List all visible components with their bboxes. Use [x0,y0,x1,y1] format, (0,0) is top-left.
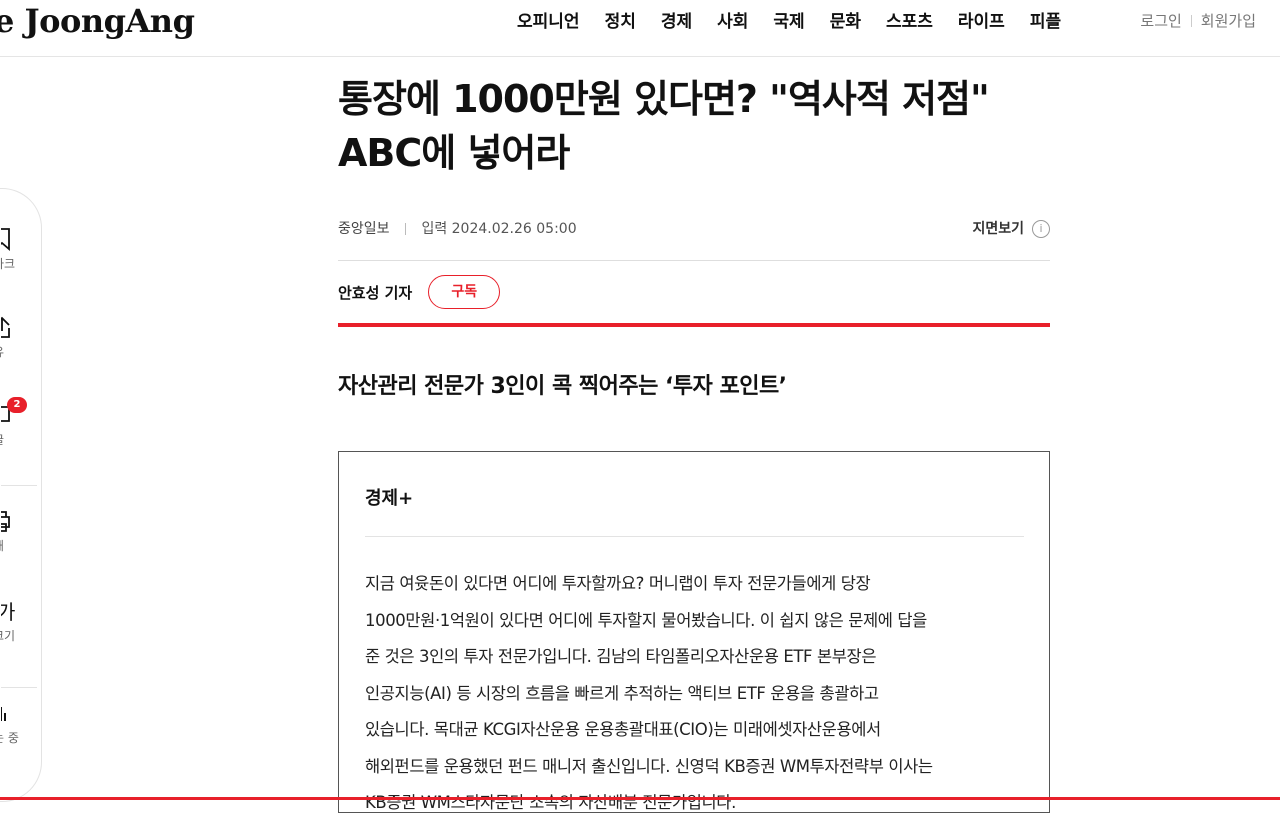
comment-count-badge: 2 [7,397,27,413]
signup-link[interactable]: 회원가입 [1201,10,1256,32]
box-divider [365,536,1024,537]
comment-button[interactable]: 2 글 [0,397,41,448]
site-header: e JoongAng 오피니언 정치 경제 사회 국제 문화 스포츠 라이프 피… [0,0,1280,57]
login-link[interactable]: 로그인 [1140,10,1181,32]
nav-item-life[interactable]: 라이프 [958,10,1005,34]
meta-divider [404,223,406,235]
bookmark-button[interactable]: 마크 [0,227,41,272]
box-line: 지금 여윳돈이 있다면 어디에 투자할까요? 머니랩이 투자 전문가들에게 당장 [365,574,871,593]
article-meta: 중앙일보 입력 2024.02.26 05:00 지면보기 i [338,218,1050,240]
share-label: 유 [0,343,41,360]
article-header: 통장에 1000만원 있다면? "역사적 저점" ABC에 넣어라 [338,72,1050,180]
nav-item-international[interactable]: 국제 [773,10,804,34]
nav-item-economy[interactable]: 경제 [661,10,692,34]
tts-label: 는 중 [0,731,19,745]
reporter-name[interactable]: 안효성 기자 [338,282,412,303]
bookmark-icon [1,228,10,251]
comment-label: 글 [0,431,41,448]
nav-item-people[interactable]: 피플 [1030,10,1061,34]
box-line: KB증권 WM스타자문단 소속의 자산배분 전문가입니다. [365,793,736,812]
print-button[interactable]: 쇄 [0,509,41,554]
article-headline: 통장에 1000만원 있다면? "역사적 저점" ABC에 넣어라 [338,72,1050,180]
economy-plus-box: 경제+ 지금 여윳돈이 있다면 어디에 투자할까요? 머니랩이 투자 전문가들에… [338,451,1050,813]
info-icon[interactable]: i [1032,220,1050,238]
article-source: 중앙일보 [338,221,390,237]
print-view-label: 지면보기 [972,221,1024,237]
print-icon [1,511,10,532]
font-size-button[interactable]: 가 크기 [0,599,41,644]
site-logo[interactable]: e JoongAng [0,2,195,40]
box-line: 1000만원·1억원이 있다면 어디에 투자할지 물어봤습니다. 이 쉽지 않은… [365,610,927,630]
font-size-icon: 가 [1,600,15,623]
share-icon [1,316,10,338]
tts-icon [1,707,6,721]
nav-item-sports[interactable]: 스포츠 [886,10,933,34]
box-line: 해외펀드를 운용했던 펀드 매니저 출신입니다. 신영덕 KB증권 WM투자전략… [365,756,933,776]
box-title: 경제+ [365,488,414,509]
svg-text:가: 가 [1,600,15,623]
nav-item-politics[interactable]: 정치 [605,10,636,34]
byline: 안효성 기자 구독 [338,275,501,309]
toolbar-divider [1,687,37,688]
article-date: 입력 2024.02.26 05:00 [421,221,577,237]
toolbar-divider [1,485,37,486]
box-line: 준 것은 3인의 투자 전문가입니다. 김남의 타임폴리오자산운용 ETF 본부… [365,647,877,666]
auth-links: 로그인 회원가입 [1140,10,1256,32]
share-button[interactable]: 유 [0,315,41,360]
headline-line-2: ABC에 넣어라 [338,131,570,175]
print-view-button[interactable]: 지면보기 i [972,218,1050,240]
main-nav: 오피니언 정치 경제 사회 국제 문화 스포츠 라이프 피플 [517,10,1086,34]
headline-line-1: 통장에 1000만원 있다면? "역사적 저점" [338,77,990,121]
subscribe-button[interactable]: 구독 [428,275,501,309]
article-toolbar: 마크 유 2 글 쇄 가 크기 는 중 [0,188,42,802]
byline-accent-rule [338,323,1050,327]
nav-item-opinion[interactable]: 오피니언 [517,10,580,34]
box-body: 지금 여윳돈이 있다면 어디에 투자할까요? 머니랩이 투자 전문가들에게 당장… [365,566,1027,822]
meta-divider-line [338,260,1050,261]
bookmark-label: 마크 [0,257,16,271]
nav-item-society[interactable]: 사회 [717,10,748,34]
article-subheadline: 자산관리 전문가 3인이 콕 찍어주는 ‘투자 포인트’ [338,374,787,399]
box-line: 인공지능(AI) 등 시장의 흐름을 빠르게 추적하는 액티브 ETF 운용을 … [365,683,879,703]
font-size-label: 크기 [0,629,16,643]
box-line: 있습니다. 목대균 KCGI자산운용 운용총괄대표(CIO)는 미래에셋자산운용… [365,720,881,739]
print-label: 쇄 [0,537,41,554]
nav-item-culture[interactable]: 문화 [830,10,861,34]
auth-divider [1190,15,1192,27]
tts-button[interactable]: 는 중 [0,701,41,746]
